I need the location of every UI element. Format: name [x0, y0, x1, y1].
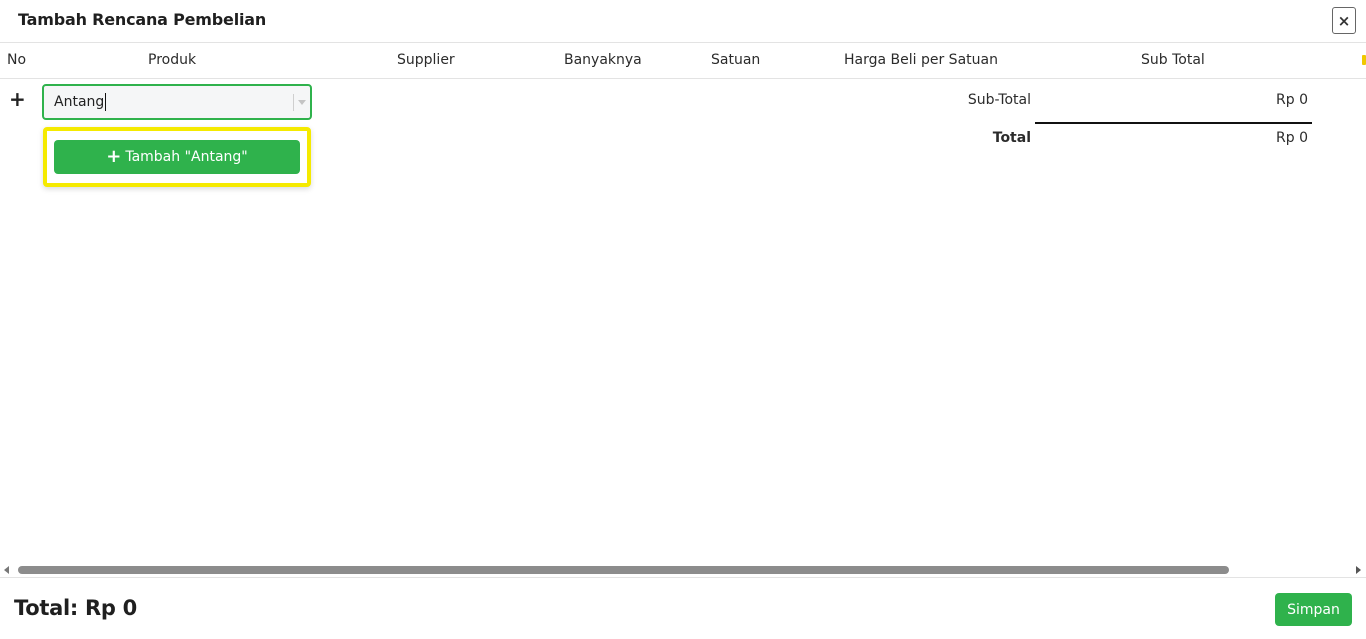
column-header-harga-beli: Harga Beli per Satuan: [844, 52, 998, 68]
table-header: No Produk Supplier Banyaknya Satuan Harg…: [0, 43, 1366, 79]
add-new-product-label: Tambah "Antang": [125, 149, 248, 165]
column-header-supplier: Supplier: [397, 52, 455, 68]
scrollbar-thumb[interactable]: [18, 566, 1229, 574]
footer-grand-total: Total: Rp 0: [14, 596, 137, 620]
total-label: Total: [992, 130, 1031, 146]
select-separator: [293, 94, 294, 111]
modal-header: Tambah Rencana Pembelian ×: [0, 0, 1366, 43]
save-button[interactable]: Simpan: [1275, 593, 1352, 626]
modal-title: Tambah Rencana Pembelian: [18, 10, 267, 29]
subtotal-value: Rp 0: [1276, 92, 1308, 108]
product-search-value: Antang: [54, 94, 105, 110]
column-header-no: No: [7, 52, 27, 68]
total-value: Rp 0: [1276, 130, 1308, 146]
column-edge-marker: [1362, 55, 1366, 65]
horizontal-scrollbar[interactable]: [0, 561, 1366, 578]
column-header-satuan: Satuan: [711, 52, 761, 68]
column-header-banyaknya: Banyaknya: [564, 52, 642, 68]
scroll-left-arrow-icon[interactable]: [4, 566, 9, 574]
plus-icon: +: [106, 146, 122, 167]
chevron-down-icon[interactable]: [298, 100, 306, 105]
product-select[interactable]: Antang: [42, 84, 312, 120]
product-dropdown: + Tambah "Antang": [43, 127, 311, 187]
add-new-product-button[interactable]: + Tambah "Antang": [54, 140, 300, 174]
add-row-icon[interactable]: +: [9, 88, 26, 110]
scroll-right-arrow-icon[interactable]: [1356, 566, 1361, 574]
column-header-sub-total: Sub Total: [1141, 52, 1205, 68]
subtotal-label: Sub-Total: [967, 92, 1031, 108]
text-caret: [105, 93, 107, 111]
close-button[interactable]: ×: [1332, 7, 1356, 34]
summary-divider: [1035, 122, 1312, 124]
product-search-input[interactable]: Antang: [54, 93, 107, 111]
column-header-produk: Produk: [148, 52, 197, 68]
